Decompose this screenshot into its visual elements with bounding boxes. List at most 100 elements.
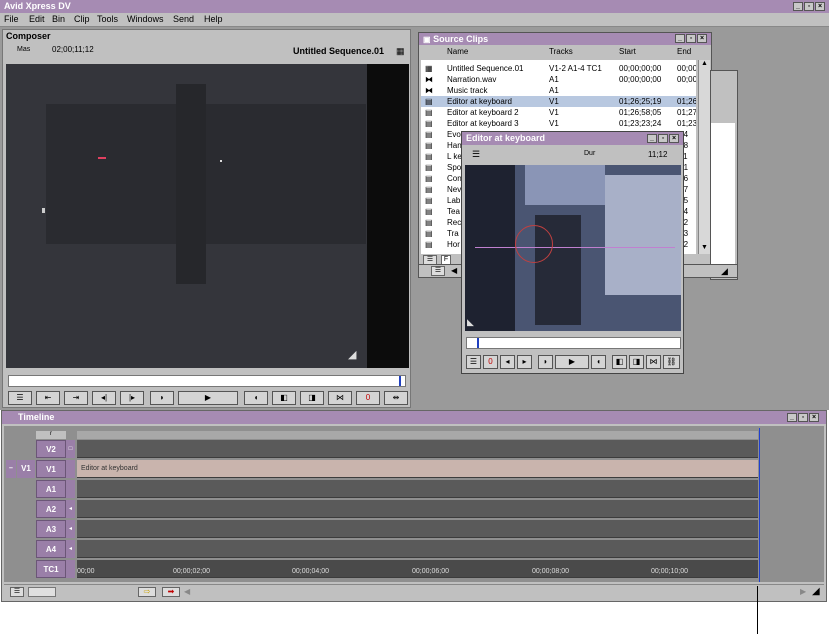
record-icon[interactable]: 0 — [483, 355, 498, 369]
clip-editor-at-keyboard[interactable]: Editor at keyboard — [77, 460, 758, 478]
restore-icon[interactable]: ▫ — [804, 2, 814, 11]
clip-menu-icon[interactable]: ☰ — [472, 149, 480, 160]
menu-icon[interactable]: ☰ — [8, 391, 32, 405]
track-monitor-icon[interactable]: □ — [66, 440, 75, 458]
menu-file[interactable]: File — [4, 14, 19, 24]
composer-position-bar[interactable] — [8, 375, 406, 387]
splice-icon[interactable]: ⇹ — [384, 391, 408, 405]
grid-icon[interactable]: ▦ — [396, 46, 405, 57]
mark-out-icon[interactable]: ◖ — [244, 391, 268, 405]
clip-maximize-icon[interactable]: ▫ — [658, 134, 668, 143]
bin-scrollbar[interactable]: ▲ ▼ — [698, 60, 710, 254]
scroll-left-icon[interactable]: ◀ — [184, 587, 190, 596]
link-icon[interactable]: ⛓ — [663, 355, 680, 369]
list-item[interactable]: ⧓ Narration.wav A1 00;00;00;00 00;00 — [421, 74, 696, 85]
resize-icon[interactable]: ◢ — [812, 586, 820, 597]
track-tc-icon[interactable] — [66, 560, 75, 578]
clip-position-bar[interactable] — [466, 337, 681, 349]
timeline-position-indicator[interactable] — [759, 428, 760, 582]
track-speaker-icon[interactable]: ◂ — [66, 500, 75, 518]
list-item[interactable]: ▤ Editor at keyboard 3 V1 01;23;23;24 01;23 — [421, 118, 696, 129]
menu-edit[interactable]: Edit — [29, 14, 45, 24]
column-tracks[interactable]: Tracks — [549, 46, 573, 58]
list-item-selected[interactable]: ▤ Editor at keyboard V1 01;26;25;19 01;26 — [421, 96, 696, 107]
extract-icon[interactable]: ◨ — [629, 355, 644, 369]
timeline-minimize-icon[interactable]: _ — [787, 413, 797, 422]
scroll-right-icon[interactable]: ▶ — [800, 587, 806, 596]
bin-close-icon[interactable]: × — [697, 34, 707, 43]
go-to-next-edit-icon[interactable]: ⇥ — [64, 391, 88, 405]
extract-icon[interactable]: ◨ — [300, 391, 324, 405]
track-v2[interactable]: V2 — [36, 440, 66, 458]
bin-minimize-icon[interactable]: _ — [675, 34, 685, 43]
track-monitor-icon[interactable] — [66, 460, 75, 478]
trim-icon[interactable]: ⋈ — [328, 391, 352, 405]
record-icon[interactable]: 0 — [356, 391, 380, 405]
mark-in-icon[interactable]: ◗ — [150, 391, 174, 405]
menu-help[interactable]: Help — [204, 14, 223, 24]
lift-icon[interactable]: ◧ — [272, 391, 296, 405]
list-item[interactable]: ▤ Editor at keyboard 2 V1 01;26;58;05 01;27 — [421, 107, 696, 118]
timeline-menu-icon[interactable]: ☰ — [10, 587, 24, 597]
source-track-v1[interactable]: V1 — [17, 460, 35, 478]
track-speaker-icon[interactable]: ◂ — [66, 540, 75, 558]
step-forward-icon[interactable]: ▸ — [517, 355, 532, 369]
menu-icon[interactable]: ☰ — [466, 355, 481, 369]
sequence-name: Untitled Sequence.01 — [293, 46, 385, 56]
scroll-left-icon[interactable]: ◀ — [451, 266, 457, 275]
track-a4[interactable]: A4 — [36, 540, 66, 558]
menu-tools[interactable]: Tools — [97, 14, 118, 24]
play-icon[interactable]: ▶ — [178, 391, 238, 405]
trim-icon[interactable]: ⋈ — [646, 355, 661, 369]
list-item[interactable]: ⧓ Music track A1 — [421, 85, 696, 96]
step-back-icon[interactable]: ◂ — [500, 355, 515, 369]
scroll-up-icon[interactable]: ▲ — [699, 60, 710, 70]
step-forward-icon[interactable]: |▸ — [120, 391, 144, 405]
track-a2[interactable]: A2 — [36, 500, 66, 518]
resize-icon[interactable]: ◢ — [348, 348, 356, 361]
track-row-a4[interactable] — [77, 540, 758, 558]
column-end[interactable]: End — [677, 46, 691, 58]
timeline-scale-slider[interactable] — [28, 587, 56, 597]
clip-close-icon[interactable]: × — [669, 134, 679, 143]
menu-send[interactable]: Send — [173, 14, 194, 24]
track-speaker-icon[interactable] — [66, 480, 75, 498]
menu-clip[interactable]: Clip — [74, 14, 90, 24]
focus-icon[interactable]: ⇨ — [138, 587, 156, 597]
position-indicator[interactable] — [399, 376, 401, 386]
scroll-down-icon[interactable]: ▼ — [699, 244, 710, 254]
clip-minimize-icon[interactable]: _ — [647, 134, 657, 143]
lift-icon[interactable]: ◧ — [612, 355, 627, 369]
resize-icon[interactable]: ◣ — [467, 317, 474, 328]
bin-maximize-icon[interactable]: ▫ — [686, 34, 696, 43]
record-arrow-icon[interactable]: ➡ — [162, 587, 180, 597]
bin-menu-icon[interactable]: ☰ — [431, 266, 445, 276]
track-speaker-icon[interactable]: ◂ — [66, 520, 75, 538]
play-icon[interactable]: ▶ — [555, 355, 589, 369]
track-a1[interactable]: A1 — [36, 480, 66, 498]
track-a3[interactable]: A3 — [36, 520, 66, 538]
timeline-maximize-icon[interactable]: ▫ — [798, 413, 808, 422]
track-row-a2[interactable] — [77, 500, 758, 518]
track-row-a3[interactable] — [77, 520, 758, 538]
position-indicator[interactable] — [477, 338, 479, 348]
mark-out-icon[interactable]: ◖ — [591, 355, 606, 369]
column-name[interactable]: Name — [447, 46, 468, 58]
menu-windows[interactable]: Windows — [127, 14, 164, 24]
menu-bin[interactable]: Bin — [52, 14, 65, 24]
list-item[interactable]: ▦ Untitled Sequence.01 V1-2 A1-4 TC1 00;00;… — [421, 63, 696, 74]
track-row-a1[interactable] — [77, 480, 758, 498]
source-track-toggle[interactable]: – — [6, 460, 16, 478]
mark-in-icon[interactable]: ◗ — [538, 355, 553, 369]
close-icon[interactable]: × — [815, 2, 825, 11]
minimize-icon[interactable]: _ — [793, 2, 803, 11]
track-row-v2[interactable] — [77, 440, 758, 458]
go-to-previous-edit-icon[interactable]: ⇤ — [36, 391, 60, 405]
step-back-icon[interactable]: ◂| — [92, 391, 116, 405]
track-row-tc1[interactable]: 00;00 00;00;02;00 00;00;04;00 00;00;06;0… — [77, 560, 758, 578]
column-start[interactable]: Start — [619, 46, 636, 58]
track-v1[interactable]: V1 — [36, 460, 66, 478]
resize-icon[interactable]: ◢ — [721, 266, 728, 277]
timeline-close-icon[interactable]: × — [809, 413, 819, 422]
track-tc1[interactable]: TC1 — [36, 560, 66, 578]
